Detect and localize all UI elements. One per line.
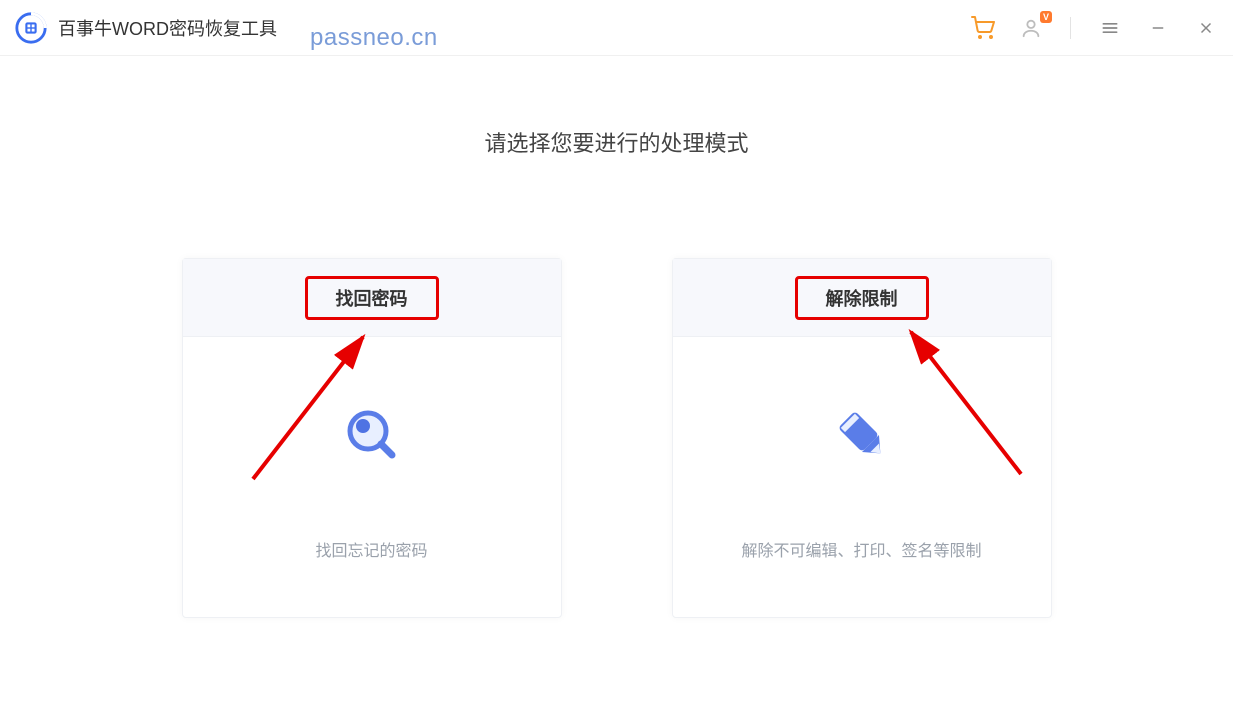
card-title: 找回密码 <box>305 276 439 320</box>
card-recover-password[interactable]: 找回密码 找回忘记的密码 <box>182 258 562 618</box>
card-title: 解除限制 <box>795 276 929 320</box>
close-icon[interactable] <box>1193 15 1219 41</box>
vip-badge-icon: V <box>1040 11 1052 23</box>
logo-wrap: 百事牛WORD密码恢复工具 <box>14 11 277 45</box>
app-title: 百事牛WORD密码恢复工具 <box>58 15 277 41</box>
magnifier-icon <box>340 403 404 472</box>
pencil-icon <box>832 405 892 470</box>
watermark-text: passneo.cn <box>310 24 438 52</box>
titlebar-right: V <box>970 15 1219 41</box>
card-icon-slot <box>183 337 561 537</box>
card-header: 解除限制 <box>673 259 1051 337</box>
card-desc: 找回忘记的密码 <box>315 537 427 561</box>
app-logo-icon <box>14 11 48 45</box>
main-content: 请选择您要进行的处理模式 找回密码 找回忘记的密码 <box>0 56 1233 618</box>
cards-row: 找回密码 找回忘记的密码 解除限制 <box>182 258 1052 618</box>
page-title: 请选择您要进行的处理模式 <box>484 126 748 158</box>
cart-icon[interactable] <box>970 15 996 41</box>
card-desc: 解除不可编辑、打印、签名等限制 <box>741 537 981 561</box>
separator <box>1070 17 1071 39</box>
menu-icon[interactable] <box>1097 15 1123 41</box>
titlebar: 百事牛WORD密码恢复工具 passneo.cn V <box>0 0 1233 56</box>
user-vip-icon[interactable]: V <box>1018 15 1044 41</box>
card-remove-restriction[interactable]: 解除限制 解除不可编辑、打印、签名等限制 <box>672 258 1052 618</box>
minimize-icon[interactable] <box>1145 15 1171 41</box>
card-icon-slot <box>673 337 1051 537</box>
card-header: 找回密码 <box>183 259 561 337</box>
